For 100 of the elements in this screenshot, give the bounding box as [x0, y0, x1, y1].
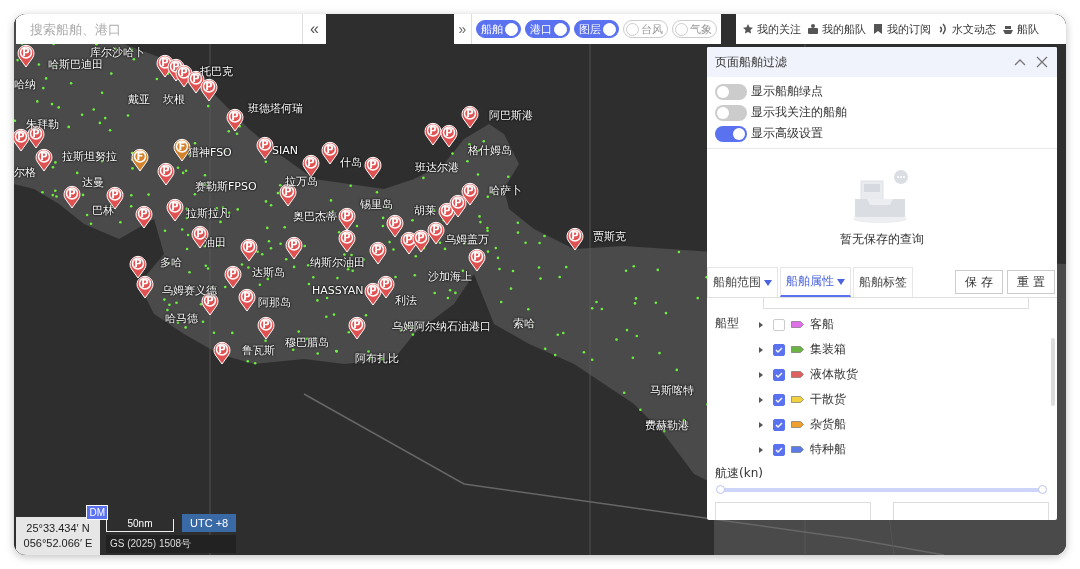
reset-button[interactable]: 重 置	[1007, 270, 1055, 294]
star-icon	[742, 23, 754, 35]
close-icon	[1035, 55, 1049, 69]
place-label: 沙加海上	[428, 269, 472, 284]
map-pin[interactable]: P	[63, 185, 81, 209]
map-pin[interactable]: P	[461, 105, 479, 129]
map-pin[interactable]: P	[412, 229, 430, 253]
field-label: 航速(kn)	[715, 466, 763, 480]
expand-caret-icon[interactable]	[759, 421, 763, 428]
nav-link[interactable]: 我的船队	[807, 21, 866, 37]
map-pin[interactable]: P	[377, 275, 395, 299]
place-label: 哈斯巴迪田	[48, 58, 103, 72]
map-pin[interactable]: P	[136, 275, 154, 299]
nav-link-label[interactable]: 水文动态	[952, 21, 996, 37]
map-pin[interactable]: P	[449, 194, 467, 218]
map-pin[interactable]: P	[369, 241, 387, 265]
checkbox[interactable]	[773, 318, 785, 331]
filter-tab[interactable]: 船舶属性	[780, 267, 851, 297]
nav-link[interactable]: 船队	[1002, 21, 1039, 37]
map-pin[interactable]: P	[213, 341, 231, 365]
layer-toggle[interactable]: 港口	[525, 20, 570, 38]
map-pin[interactable]: P	[238, 288, 256, 312]
map-pin[interactable]: P	[226, 108, 244, 132]
timezone-button[interactable]: UTC +8	[182, 514, 237, 532]
map-pin[interactable]: P	[338, 207, 356, 231]
expand-caret-icon[interactable]	[759, 446, 763, 453]
layer-toggle[interactable]: 气象	[672, 20, 717, 38]
nav-link[interactable]: 我的订阅	[872, 21, 931, 37]
nav-link-label[interactable]: 船队	[1017, 21, 1039, 37]
nav-link-label[interactable]: 我的关注	[757, 21, 801, 37]
map-pin[interactable]: P	[386, 214, 404, 238]
map-pin[interactable]: P	[427, 221, 445, 245]
toggle-switch[interactable]	[715, 125, 747, 142]
place-label: HASSYAN	[312, 284, 364, 297]
expand-caret-icon[interactable]	[759, 321, 763, 328]
map-pin[interactable]: P	[17, 44, 35, 68]
map-pin[interactable]: P	[14, 128, 30, 152]
layer-toggle[interactable]: 图层	[574, 20, 619, 38]
map-pin[interactable]: P	[257, 316, 275, 340]
map-pin[interactable]: P	[468, 248, 486, 272]
save-button[interactable]: 保 存	[955, 270, 1003, 294]
map-pin[interactable]: P	[135, 205, 153, 229]
expand-caret-icon[interactable]	[759, 396, 763, 403]
map-pin[interactable]: P	[424, 122, 442, 146]
scale-bar: 50nm	[106, 519, 174, 532]
map-pin[interactable]: P	[157, 162, 175, 186]
map-pin[interactable]: P	[240, 238, 258, 262]
toggle-switch[interactable]	[715, 83, 747, 100]
filter-tab[interactable]: 船舶范围	[707, 267, 778, 297]
map-pin[interactable]: P	[338, 229, 356, 253]
map-pin[interactable]: F	[131, 148, 149, 172]
map-pin[interactable]: P	[321, 141, 339, 165]
place-label: 乌姆盖万	[445, 232, 489, 247]
expand-caret-icon[interactable]	[759, 346, 763, 353]
place-label: 戴亚	[128, 92, 150, 107]
search-field[interactable]: 搜索船舶、港口	[16, 14, 302, 44]
max-speed-field[interactable]	[893, 502, 1049, 520]
place-label: 鲁瓦斯	[242, 343, 275, 358]
map-pin[interactable]: P	[440, 124, 458, 148]
map-pin[interactable]: P	[35, 148, 53, 172]
speed-slider[interactable]	[715, 484, 1049, 496]
map-pin[interactable]: P	[348, 316, 366, 340]
place-label: 尔格	[14, 165, 36, 180]
place-label: 纳斯尔油田	[310, 255, 365, 270]
collapse-button[interactable]: «	[302, 14, 326, 44]
format-toggle-button[interactable]: DM	[86, 505, 108, 520]
checkbox[interactable]	[773, 418, 785, 431]
filter-tab[interactable]: 船舶标签	[853, 267, 913, 297]
nav-link[interactable]: 水文动态	[937, 21, 996, 37]
min-speed-field[interactable]	[715, 502, 871, 520]
checkbox[interactable]	[773, 343, 785, 356]
ship-type-label: 集装箱	[810, 341, 846, 358]
expand-caret-icon[interactable]	[759, 371, 763, 378]
map-pin[interactable]: P	[129, 255, 147, 279]
checkbox[interactable]	[773, 368, 785, 381]
toggle-switch[interactable]	[715, 104, 747, 121]
nav-link[interactable]: 我的关注	[742, 21, 801, 37]
map-pin[interactable]: P	[285, 236, 303, 260]
input-field[interactable]	[763, 298, 1029, 309]
map-pin[interactable]: P	[364, 156, 382, 180]
layer-toggle[interactable]: 船舶	[476, 20, 521, 38]
panel-title: 页面船舶过滤	[715, 53, 788, 71]
map-pin[interactable]: P	[566, 227, 584, 251]
nav-link-label[interactable]: 我的船队	[822, 21, 866, 37]
close-button[interactable]	[1035, 55, 1049, 69]
place-label: 拉斯坦努拉	[62, 149, 117, 164]
place-label: 马斯喀特	[650, 383, 694, 398]
map-pin[interactable]: P	[200, 78, 218, 102]
place-label: 阿布扎比	[355, 351, 399, 366]
map-pin[interactable]: P	[166, 198, 184, 222]
place-label: 哈萨卜	[489, 183, 522, 198]
place-label: 奥巴杰蒂	[293, 209, 337, 224]
nav-link-label[interactable]: 我的订阅	[887, 21, 931, 37]
map-pin[interactable]: P	[224, 265, 242, 289]
checkbox[interactable]	[773, 393, 785, 406]
layer-toggle[interactable]: 台风	[623, 20, 668, 38]
place-label: 阿巴斯港	[489, 108, 533, 123]
place-label: 坎根	[163, 92, 185, 107]
checkbox[interactable]	[773, 443, 785, 456]
place-label: 格什姆岛	[468, 143, 512, 158]
